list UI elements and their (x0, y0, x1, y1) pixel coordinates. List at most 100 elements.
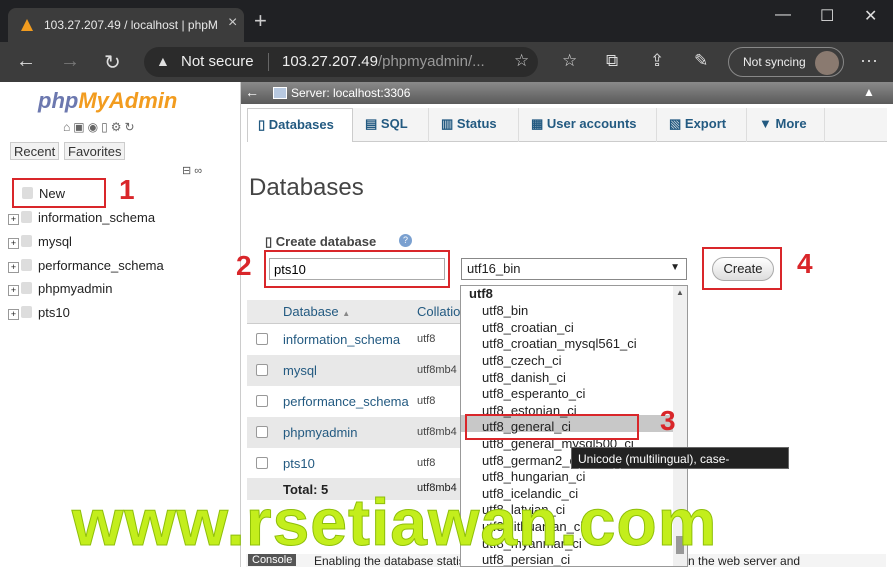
docs-icon[interactable]: ▯ (101, 120, 111, 134)
settings-icon[interactable]: ⚙ (111, 120, 125, 134)
tab-databases[interactable]: ▯ Databases (247, 108, 353, 142)
row-checkbox[interactable] (256, 457, 268, 469)
maximize-icon[interactable]: ☐ (820, 6, 834, 26)
collapse-nav-icon[interactable]: ← (245, 84, 259, 100)
db-collation: utf8mb4 (417, 426, 457, 438)
tab-status[interactable]: ▥ Status (431, 108, 519, 142)
annotation-number-3: 3 (660, 405, 676, 436)
more-chevron-icon: ▼ (759, 116, 776, 131)
collapse-link-icon[interactable]: ⊟ ∞ (182, 164, 202, 177)
favorites-button[interactable]: Favorites (64, 142, 126, 160)
scroll-up-arrow-icon[interactable]: ▲ (676, 288, 684, 297)
table-header: Database ▲ Collatio (247, 300, 467, 324)
option[interactable]: utf8_bin (482, 303, 528, 318)
server-label[interactable]: Server: localhost:3306 (291, 86, 410, 100)
profile-sync-button[interactable]: Not syncing (728, 47, 844, 77)
logout-icon[interactable]: ▣ (73, 120, 87, 134)
new-tab-icon[interactable]: + (254, 8, 267, 34)
option[interactable]: utf8_croatian_ci (482, 320, 574, 335)
db-link[interactable]: pts10 (283, 456, 315, 471)
reload-icon[interactable]: ↻ (124, 120, 137, 134)
help-icon[interactable]: ◉ (88, 120, 101, 134)
collation-tooltip: Unicode (multilingual), case-insensitive (571, 447, 789, 480)
db-link[interactable]: phpmyadmin (283, 425, 357, 440)
phpmyadmin-logo[interactable]: phpMyAdmin (38, 88, 177, 114)
favorite-star-icon[interactable]: ☆ (514, 51, 529, 71)
table-row: mysql utf8mb4 (247, 355, 467, 386)
expand-icon[interactable]: + (8, 285, 19, 296)
sort-asc-icon: ▲ (342, 309, 351, 318)
avatar (815, 51, 839, 75)
col-collation[interactable]: Collatio (417, 304, 460, 319)
option[interactable]: utf8_esperanto_ci (482, 386, 585, 401)
users-icon: ▦ (531, 116, 547, 131)
not-secure-label[interactable]: Not secure (181, 53, 254, 70)
more-menu-icon[interactable]: ··· (860, 50, 878, 71)
server-breadcrumb: ← Server: localhost:3306 ▲ (241, 82, 893, 104)
tree-item-pts10[interactable]: + pts10 (8, 305, 70, 325)
option[interactable]: utf8_german2_ci (482, 453, 579, 468)
browser-titlebar: 103.27.207.49 / localhost | phpM × + — ☐… (0, 0, 893, 42)
tree-item-information-schema[interactable]: + information_schema (8, 210, 155, 230)
tree-item-mysql[interactable]: + mysql (8, 234, 72, 254)
collation-select[interactable]: utf16_bin ▼ (461, 258, 687, 280)
warning-icon[interactable]: ▲ (156, 53, 170, 69)
tab-export[interactable]: ▧ Export (659, 108, 747, 142)
favorites-icon[interactable]: ☆ (562, 51, 577, 71)
forward-icon[interactable]: → (60, 50, 80, 73)
home-icon[interactable]: ⌂ (63, 120, 73, 134)
refresh-icon[interactable]: ↻ (104, 50, 121, 75)
row-checkbox[interactable] (256, 395, 268, 407)
tab-title: 103.27.207.49 / localhost | phpM (44, 18, 218, 32)
close-window-icon[interactable]: ✕ (864, 6, 877, 26)
table-row: performance_schema utf8 (247, 386, 467, 417)
feedback-icon[interactable]: ✎ (694, 51, 708, 71)
database-icon (21, 306, 32, 318)
collections-icon[interactable]: ⧉ (606, 51, 618, 71)
recent-button[interactable]: Recent (10, 142, 60, 160)
row-checkbox[interactable] (256, 426, 268, 438)
annotation-number-4: 4 (797, 248, 813, 279)
expand-icon[interactable]: + (8, 238, 19, 249)
tab-label: User accounts (546, 116, 637, 131)
db-link[interactable]: mysql (283, 363, 317, 378)
minimize-icon[interactable]: — (775, 6, 791, 24)
quick-icons: ⌂▣◉▯⚙↻ (63, 120, 138, 134)
option[interactable]: utf8_czech_ci (482, 353, 562, 368)
tab-sql[interactable]: ▤ SQL (355, 108, 429, 142)
row-checkbox[interactable] (256, 364, 268, 376)
option[interactable]: utf8_danish_ci (482, 370, 566, 385)
server-icon (273, 87, 287, 99)
url-text[interactable]: 103.27.207.49/phpmyadmin/... (282, 53, 485, 70)
close-tab-icon[interactable]: × (228, 14, 237, 32)
tree-item-performance-schema[interactable]: + performance_schema (8, 258, 164, 278)
database-icon (21, 235, 32, 247)
option[interactable]: utf8_hungarian_ci (482, 469, 585, 484)
tab-user-accounts[interactable]: ▦ User accounts (521, 108, 657, 142)
watermark-text: www.rsetiawan.com (71, 485, 718, 560)
tree-item-phpmyadmin[interactable]: + phpmyadmin (8, 281, 112, 301)
db-collation: utf8mb4 (417, 364, 457, 376)
table-row: information_schema utf8 (247, 324, 467, 355)
browser-tab[interactable]: 103.27.207.49 / localhost | phpM × (8, 8, 244, 42)
expand-icon[interactable]: + (8, 309, 19, 320)
row-checkbox[interactable] (256, 333, 268, 345)
share-icon[interactable]: ⇪ (650, 51, 664, 71)
status-icon: ▥ (441, 116, 457, 131)
annotation-box-create (702, 247, 782, 290)
db-collation: utf8 (417, 457, 436, 469)
db-link[interactable]: information_schema (283, 332, 400, 347)
tab-label: Export (684, 116, 727, 131)
db-link[interactable]: performance_schema (283, 394, 409, 409)
expand-icon[interactable]: + (8, 262, 19, 273)
create-database-label: ▯ Create database (265, 234, 376, 250)
col-database[interactable]: Database ▲ (283, 304, 350, 319)
url-host: 103.27.207.49 (282, 53, 378, 70)
help-icon[interactable]: ? (399, 234, 412, 247)
option[interactable]: utf8_croatian_mysql561_ci (482, 336, 637, 351)
back-icon[interactable]: ← (16, 50, 36, 73)
tab-more[interactable]: ▼ More (749, 108, 825, 142)
scroll-up-icon[interactable]: ▲ (863, 85, 875, 99)
url-bar[interactable]: ▲ Not secure 103.27.207.49/phpmyadmin/..… (144, 47, 538, 77)
expand-icon[interactable]: + (8, 214, 19, 225)
